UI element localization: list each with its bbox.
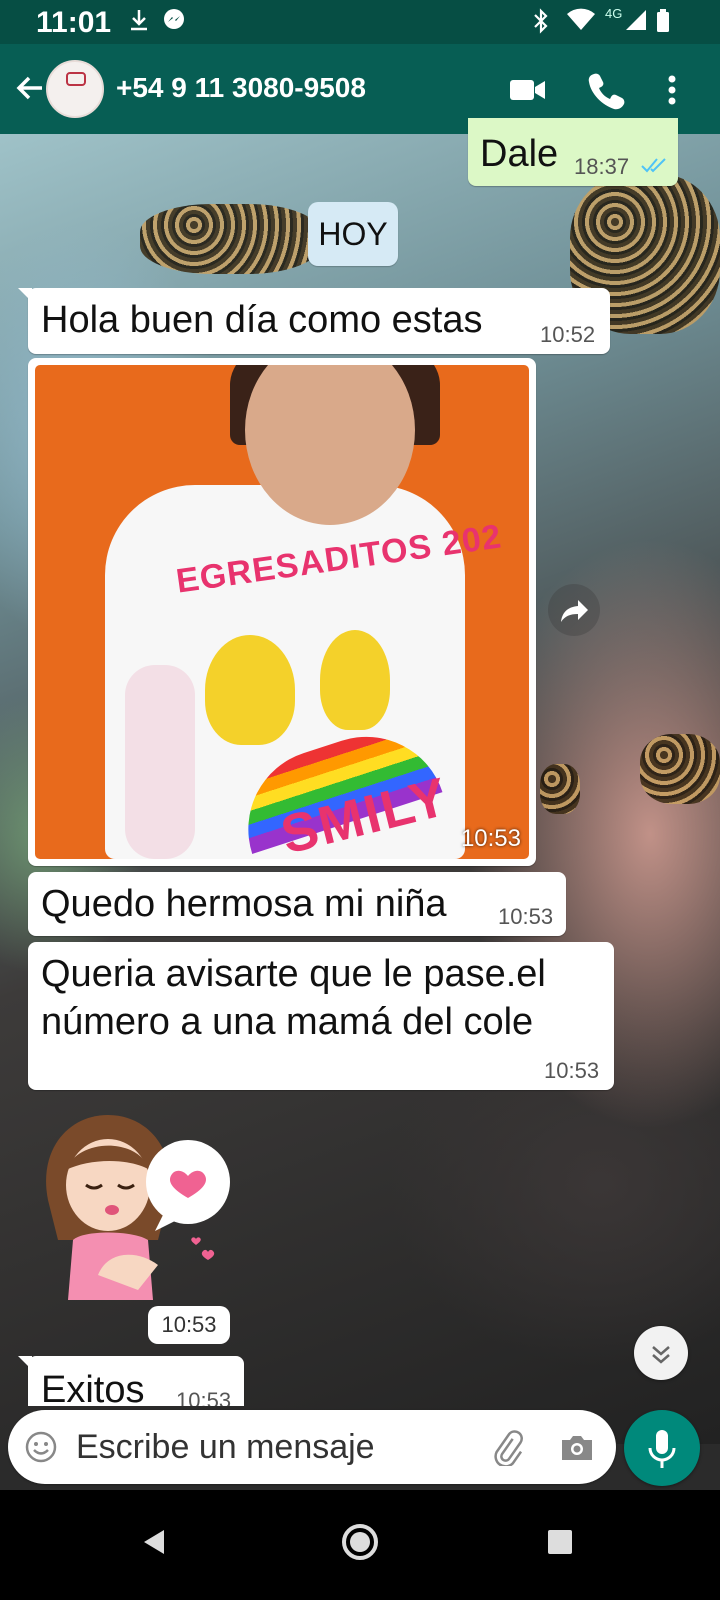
home-nav-icon[interactable]	[330, 1512, 390, 1572]
photo-handprint	[320, 630, 390, 730]
more-vert-icon[interactable]	[650, 68, 694, 112]
signal-icon	[624, 8, 648, 38]
message-text-line: Queria avisarte que le pase.el	[41, 953, 546, 995]
messenger-icon	[162, 8, 186, 38]
status-time: 11:01	[36, 6, 112, 39]
date-chip: HOY	[308, 202, 398, 266]
incoming-message[interactable]: Hola buen día como estas 10:52	[18, 288, 610, 354]
avatar-logo-text	[58, 90, 96, 100]
photo-sleeve	[125, 665, 195, 859]
message-time: 10:52	[540, 322, 596, 347]
message-text: Dale	[480, 133, 559, 175]
kiss-girl-sticker	[46, 1115, 230, 1300]
bubble-tail	[18, 288, 32, 302]
mic-icon	[648, 1430, 676, 1468]
status-bar: 11:01 4G	[0, 0, 720, 44]
incoming-message[interactable]: Queria avisarte que le pase.el número a …	[28, 942, 614, 1090]
message-text-line: número a una mamá del cole	[41, 1001, 534, 1043]
message-text: Quedo hermosa mi niña	[41, 883, 447, 925]
bluetooth-icon	[532, 8, 550, 40]
forward-button[interactable]	[548, 584, 600, 636]
wifi-icon	[566, 8, 596, 38]
avatar-logo-shape	[66, 72, 86, 86]
back-nav-icon[interactable]	[124, 1512, 184, 1572]
battery-icon	[656, 8, 670, 40]
forward-icon	[561, 600, 588, 622]
camera-icon[interactable]	[558, 1428, 596, 1466]
wallpaper-pattern	[640, 734, 720, 804]
message-text: Hola buen día como estas	[41, 299, 483, 341]
avatar[interactable]	[46, 60, 104, 118]
back-arrow-icon[interactable]	[12, 70, 48, 106]
phone-icon[interactable]	[584, 68, 628, 112]
incoming-message[interactable]: Quedo hermosa mi niña 10:53	[28, 872, 566, 936]
incoming-message[interactable]: Exitos 10:53	[18, 1356, 244, 1406]
message-time: 10:53	[498, 904, 554, 929]
contact-name[interactable]: +54 9 11 3080-9508	[116, 72, 366, 104]
network-type: 4G	[605, 6, 623, 21]
sticker-time: 10:53	[148, 1306, 230, 1344]
message-input[interactable]	[76, 1422, 476, 1472]
sticker-message[interactable]	[28, 1110, 238, 1310]
photo-handprint	[205, 635, 295, 745]
video-call-icon[interactable]	[506, 68, 550, 112]
message-time: 18:37	[574, 154, 630, 179]
message-time: 10:53	[176, 1388, 232, 1406]
image-message[interactable]: EGRESADITOS 202 SMILY 10:53	[28, 358, 536, 866]
message-text: Exitos	[41, 1369, 145, 1406]
compose-bar	[8, 1410, 616, 1484]
system-nav-bar	[0, 1490, 720, 1600]
outgoing-message[interactable]: Dale 18:37	[468, 118, 678, 186]
attach-icon[interactable]	[488, 1428, 526, 1468]
download-icon	[128, 8, 150, 38]
wallpaper-pattern	[140, 204, 320, 274]
shared-photo[interactable]: EGRESADITOS 202 SMILY 10:53	[35, 365, 529, 859]
message-time: 10:53	[460, 825, 521, 852]
read-ticks-icon	[640, 156, 668, 179]
emoji-icon[interactable]	[24, 1430, 58, 1464]
message-time: 10:53	[544, 1058, 600, 1083]
bubble-tail	[18, 1356, 32, 1370]
recents-nav-icon[interactable]	[530, 1512, 590, 1572]
double-chevron-down-icon	[652, 1346, 670, 1364]
mic-button[interactable]	[624, 1410, 700, 1486]
wallpaper-pattern	[540, 764, 580, 814]
scroll-to-bottom-button[interactable]	[634, 1326, 688, 1380]
